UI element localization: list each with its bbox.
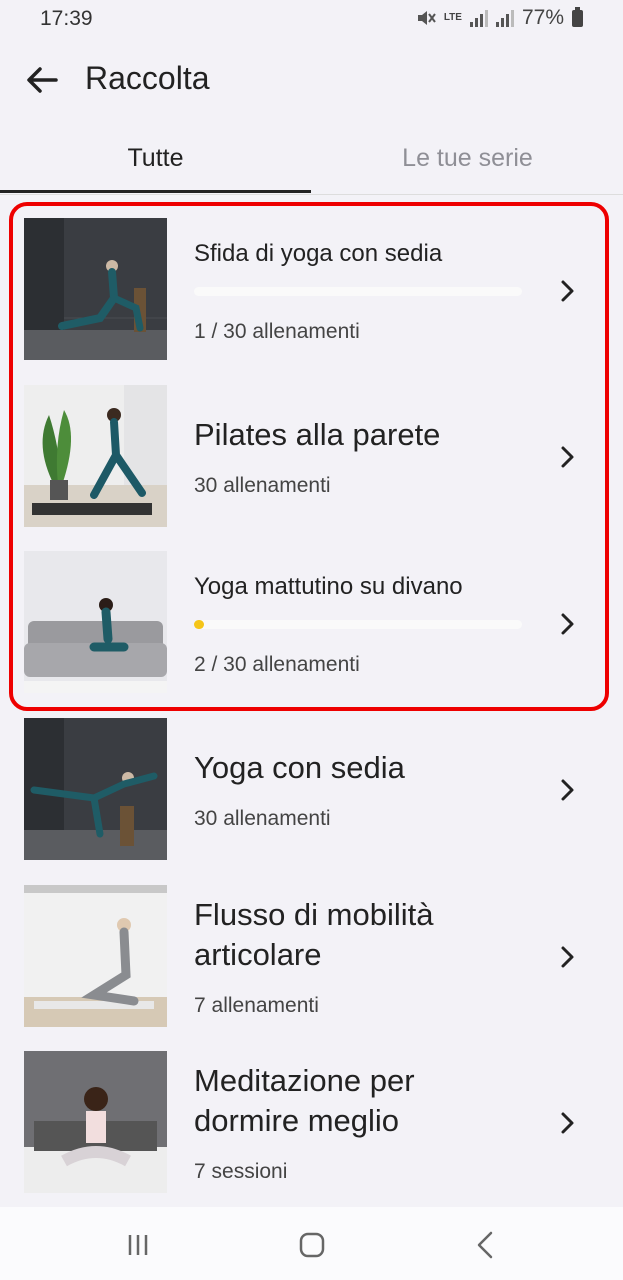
tab-bar: Tutte Le tue serie [0, 128, 623, 195]
tab-your-series[interactable]: Le tue serie [312, 128, 623, 192]
progress-bar [194, 287, 522, 296]
item-meta: 7 allenamenti [194, 994, 319, 1017]
system-nav-bar [0, 1207, 623, 1280]
item-thumbnail [24, 718, 167, 860]
item-title: Yoga mattutino su divano [194, 573, 463, 600]
battery-icon [572, 6, 583, 27]
progress-bar [194, 620, 522, 629]
chevron-right-icon [561, 280, 574, 302]
item-meta: 1 / 30 allenamenti [194, 320, 360, 343]
list-item[interactable]: Yoga con sedia 30 allenamenti [0, 710, 623, 860]
item-thumbnail [24, 1051, 167, 1193]
list-item[interactable]: Yoga mattutino su divano 2 / 30 allename… [0, 543, 623, 693]
list-item[interactable]: Meditazione per dormire meglio 7 session… [0, 1043, 623, 1193]
chevron-right-icon [561, 446, 574, 468]
signal-icon [469, 9, 488, 27]
item-title: Sfida di yoga con sedia [194, 240, 443, 267]
page-title: Raccolta [85, 60, 210, 96]
progress-fill [194, 620, 204, 629]
item-thumbnail [24, 385, 167, 527]
item-title-line1: Flusso di mobilità [194, 897, 434, 932]
network-type: LTE [443, 12, 462, 23]
item-meta: 2 / 30 allenamenti [194, 653, 360, 676]
mute-icon [417, 11, 436, 25]
item-meta: 30 allenamenti [194, 474, 331, 497]
list-item[interactable]: Sfida di yoga con sedia 1 / 30 allenamen… [0, 210, 623, 360]
recent-apps-icon[interactable] [118, 1225, 158, 1265]
status-time: 17:39 [40, 7, 93, 30]
status-bar: 17:39 LTE 77% [0, 0, 623, 40]
list-item[interactable]: Flusso di mobilità articolare 7 allename… [0, 877, 623, 1027]
back-nav-icon[interactable] [466, 1225, 506, 1265]
item-thumbnail [24, 885, 167, 1027]
chevron-right-icon [561, 779, 574, 801]
chevron-right-icon [561, 1112, 574, 1134]
list-item[interactable]: Pilates alla parete 30 allenamenti [0, 377, 623, 527]
item-meta: 7 sessioni [194, 1160, 288, 1183]
back-arrow-icon[interactable] [22, 60, 62, 100]
item-meta: 30 allenamenti [194, 807, 331, 830]
item-title-line2: articolare [194, 937, 322, 972]
battery-percent: 77% [521, 6, 564, 29]
home-icon[interactable] [292, 1225, 332, 1265]
signal-icon [495, 9, 514, 27]
chevron-right-icon [561, 613, 574, 635]
item-title-line2: dormire meglio [194, 1103, 400, 1138]
chevron-right-icon [561, 946, 574, 968]
item-title: Yoga con sedia [194, 750, 405, 785]
item-thumbnail [24, 551, 167, 693]
item-title-line1: Meditazione per [194, 1063, 415, 1098]
item-title: Pilates alla parete [194, 417, 441, 452]
app-bar: Raccolta [0, 48, 623, 112]
item-thumbnail [24, 218, 167, 360]
tab-all[interactable]: Tutte [0, 128, 311, 193]
